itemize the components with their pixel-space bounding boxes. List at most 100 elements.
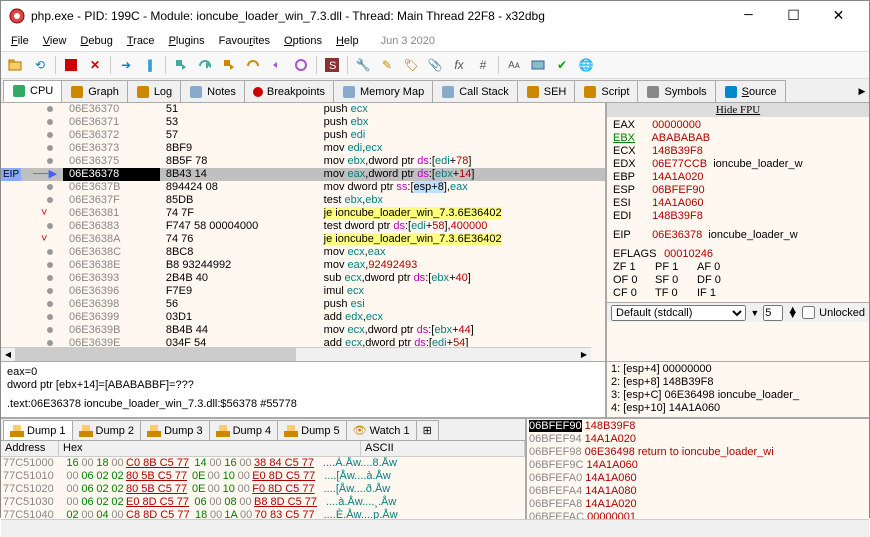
disasm-row[interactable]: 06E3639B8B4B 44mov ecx,dword ptr ds:[ebx… — [1, 324, 605, 337]
run-to-return-icon[interactable] — [266, 54, 288, 76]
tabs-scroll-right[interactable]: ▶ — [855, 80, 869, 102]
stack-row[interactable]: 06BFEFA0 14A1A060 — [529, 472, 867, 485]
stack-row[interactable]: 06BFEF9C 14A1A060 — [529, 459, 867, 472]
dump-row[interactable]: 77C510100006020280 5B C5 77 0E001000E0 8… — [1, 470, 525, 483]
stop-icon[interactable] — [60, 54, 82, 76]
arg-count-spinner[interactable]: ▲▼ — [787, 308, 798, 318]
menu-debug[interactable]: Debug — [74, 33, 118, 49]
dump-tab[interactable]: Dump 2 — [72, 420, 142, 440]
menu-trace[interactable]: Trace — [121, 33, 161, 49]
menu-favourites[interactable]: Favourites — [213, 33, 276, 49]
strings-icon[interactable]: Aᴀ — [503, 54, 525, 76]
labels-icon[interactable]: 🏷 — [400, 54, 422, 76]
step-into-icon[interactable] — [170, 54, 192, 76]
tab-breakpoints[interactable]: Breakpoints — [244, 80, 334, 102]
trace-into-icon[interactable] — [218, 54, 240, 76]
close-button[interactable]: ✕ — [816, 2, 861, 30]
run-to-user-icon[interactable] — [290, 54, 312, 76]
disasm-row[interactable]: 06E3639856push esi — [1, 298, 605, 311]
pause-icon[interactable]: ∥ — [139, 54, 161, 76]
dump-row[interactable]: 77C5103000060202E0 8D C5 77 06000800B8 8… — [1, 496, 525, 509]
bookmarks-icon[interactable]: 📎 — [424, 54, 446, 76]
tab-call-stack[interactable]: Call Stack — [432, 80, 518, 102]
arg-row: 2: [esp+8] 148B39F8 — [611, 376, 865, 389]
stack-row[interactable]: 06BFEFA4 14A1A080 — [529, 485, 867, 498]
tab-source[interactable]: Source — [715, 80, 786, 102]
dump-tab[interactable]: Dump 3 — [140, 420, 210, 440]
functions-icon[interactable]: fx — [448, 54, 470, 76]
arg-row: 4: [esp+10] 14A1A060 — [611, 402, 865, 415]
disasm-row[interactable]: 06E363738BF9mov edi,ecx — [1, 142, 605, 155]
dump-tab[interactable]: ⊞ — [416, 420, 439, 440]
close-debug-icon[interactable]: ✕ — [84, 54, 106, 76]
tab-memory-map[interactable]: Memory Map — [333, 80, 433, 102]
disasm-row[interactable]: 06E36383F747 58 00004000test dword ptr d… — [1, 220, 605, 233]
disasm-row[interactable]: 06E3637B894424 08mov dword ptr ss:[esp+8… — [1, 181, 605, 194]
tab-log[interactable]: Log — [127, 80, 181, 102]
callconv-select[interactable]: Default (stdcall) — [611, 305, 746, 321]
menu-plugins[interactable]: Plugins — [163, 33, 211, 49]
tab-graph[interactable]: Graph — [61, 80, 128, 102]
variables-icon[interactable]: # — [472, 54, 494, 76]
dump-row[interactable]: 77C5100016001800C0 8B C5 77 1400160038 8… — [1, 457, 525, 470]
dump-row[interactable]: 77C510200006020280 5B C5 77 0E001000F0 8… — [1, 483, 525, 496]
restart-icon[interactable]: ⟲ — [29, 54, 51, 76]
disasm-row[interactable]: 06E3637051push ecx — [1, 103, 605, 116]
open-icon[interactable] — [5, 54, 27, 76]
menu-options[interactable]: Options — [278, 33, 328, 49]
menu-view[interactable]: View — [37, 33, 73, 49]
disasm-row[interactable]: 06E36396F7E9imul ecx — [1, 285, 605, 298]
menu-file[interactable]: File — [5, 33, 35, 49]
stack-row[interactable]: 06BFEF90 148B39F8 — [529, 420, 867, 433]
tab-notes[interactable]: Notes — [180, 80, 245, 102]
dump-header-address[interactable]: Address — [1, 441, 59, 456]
dump-tab[interactable]: Dump 4 — [209, 420, 279, 440]
disasm-row[interactable]: 06E363932B4B 40sub ecx,dword ptr ds:[ebx… — [1, 272, 605, 285]
dump-header-ascii[interactable]: ASCII — [361, 441, 525, 456]
tab-cpu[interactable]: CPU — [3, 80, 62, 102]
disasm-row[interactable]: 06E3637F85DBtest ebx,ebx — [1, 194, 605, 207]
disasm-row[interactable]: 06E3637153push ebx — [1, 116, 605, 129]
disasm-row[interactable]: ˅06E3638A74 76je ioncube_loader_win_7.3.… — [1, 233, 605, 246]
patches-icon[interactable]: 🔧 — [352, 54, 374, 76]
check-icon[interactable]: ✔ — [551, 54, 573, 76]
step-over-icon[interactable] — [194, 54, 216, 76]
dump-panel[interactable]: Dump 1Dump 2Dump 3Dump 4Dump 5👁Watch 1⊞ … — [1, 419, 527, 519]
maximize-button[interactable]: ☐ — [771, 2, 816, 30]
run-icon[interactable]: ➜ — [115, 54, 137, 76]
window-title: php.exe - PID: 199C - Module: ioncube_lo… — [31, 9, 726, 23]
tab-script[interactable]: Script — [574, 80, 638, 102]
callconv-bar: Default (stdcall) ▼ ▲▼ Unlocked — [607, 302, 869, 322]
scylla-icon[interactable]: S — [321, 54, 343, 76]
globe-icon[interactable]: 🌐 — [575, 54, 597, 76]
dump-tab[interactable]: Dump 5 — [277, 420, 347, 440]
stack-row[interactable]: 06BFEF94 14A1A020 — [529, 433, 867, 446]
disasm-row[interactable]: 06E3638EB8 93244992mov eax,92492493 — [1, 259, 605, 272]
dump-tab[interactable]: Dump 1 — [3, 420, 73, 440]
hide-fpu-link[interactable]: Hide FPU — [607, 103, 869, 117]
stack-row[interactable]: 06BFEF98 06E36498 return to ioncube_load… — [529, 446, 867, 459]
disasm-row[interactable]: 06E363758B5F 78mov ebx,dword ptr ds:[edi… — [1, 155, 605, 168]
tab-symbols[interactable]: Symbols — [637, 80, 715, 102]
disasm-scrollbar[interactable]: ◀▶ — [1, 347, 591, 361]
tab-seh[interactable]: SEH — [517, 80, 576, 102]
disasm-row[interactable]: 06E3637257push edi — [1, 129, 605, 142]
dump-tab[interactable]: 👁Watch 1 — [346, 420, 417, 440]
arg-count-input[interactable] — [763, 305, 783, 321]
minimize-button[interactable]: ─ — [726, 2, 771, 30]
stack-panel[interactable]: 06BFEF90 148B39F806BFEF94 14A1A02006BFEF… — [527, 419, 869, 519]
trace-over-icon[interactable] — [242, 54, 264, 76]
dump-header-hex[interactable]: Hex — [59, 441, 361, 456]
disasm-row[interactable]: ˅06E3638174 7Fje ioncube_loader_win_7.3.… — [1, 207, 605, 220]
info-line3: .text:06E36378 ioncube_loader_win_7.3.dl… — [7, 398, 599, 411]
disasm-row[interactable]: EIP──▶06E363788B43 14mov eax,dword ptr d… — [1, 168, 605, 181]
stack-row[interactable]: 06BFEFA8 14A1A020 — [529, 498, 867, 511]
calls-icon[interactable] — [527, 54, 549, 76]
unlocked-checkbox[interactable] — [802, 306, 815, 319]
comments-icon[interactable]: ✎ — [376, 54, 398, 76]
disasm-row[interactable]: 06E3639903D1add edx,ecx — [1, 311, 605, 324]
disasm-row[interactable]: 06E3638C8BC8mov ecx,eax — [1, 246, 605, 259]
disassembly-panel[interactable]: 06E3637051push ecx06E3637153push ebx06E3… — [1, 103, 607, 361]
menu-help[interactable]: Help — [330, 33, 365, 49]
registers-panel[interactable]: Hide FPU EAX 00000000EBX ABABABABECX 148… — [607, 103, 869, 361]
